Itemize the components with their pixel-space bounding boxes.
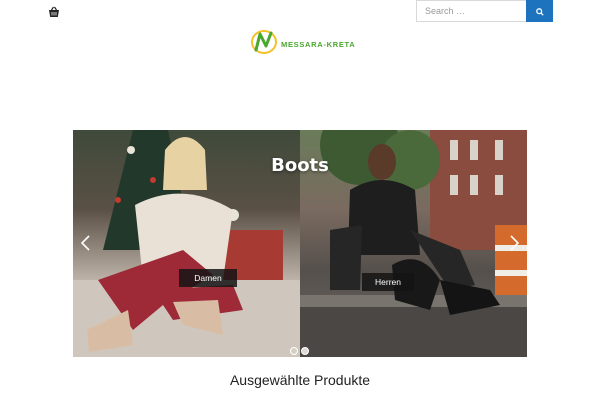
logo-mark	[250, 29, 278, 60]
slider-dot-1[interactable]	[290, 347, 298, 355]
search-button[interactable]	[526, 0, 553, 22]
search-input[interactable]	[416, 0, 526, 22]
search-form	[416, 0, 553, 22]
slider-pagination	[290, 347, 309, 355]
search-icon	[535, 4, 544, 19]
category-button-damen[interactable]: Damen	[179, 269, 237, 287]
logo-text: MESSARA-KRETA	[281, 39, 356, 49]
shopping-basket-icon[interactable]	[48, 5, 60, 17]
chevron-left-icon[interactable]	[79, 234, 93, 252]
chevron-right-icon[interactable]	[507, 234, 521, 252]
slide-title: Boots	[271, 155, 329, 176]
site-logo[interactable]: MESSARA-KRETA	[250, 29, 356, 60]
category-button-herren[interactable]: Herren	[362, 273, 414, 291]
hero-slider: Boots Damen Herren	[73, 130, 527, 357]
slider-dot-2[interactable]	[301, 347, 309, 355]
featured-products-heading: Ausgewählte Produkte	[229, 372, 371, 388]
